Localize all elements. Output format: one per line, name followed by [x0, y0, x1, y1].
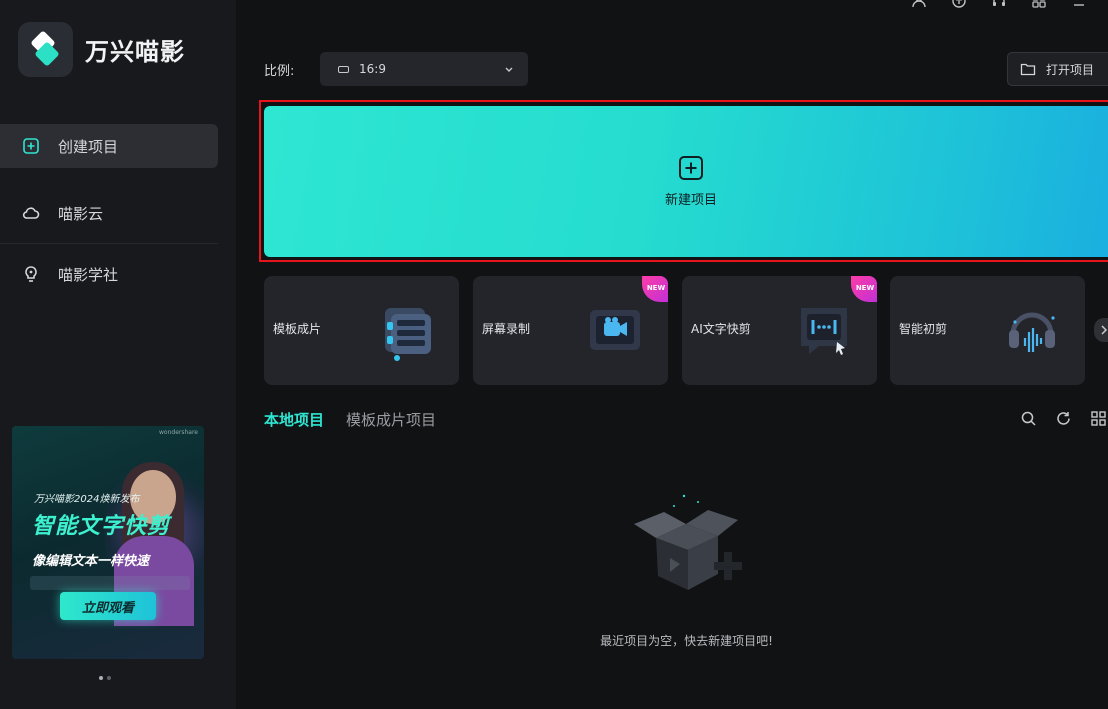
banner-brand-tag: wondershare [159, 429, 198, 436]
template-icon [385, 308, 431, 361]
search-icon[interactable] [1020, 410, 1037, 427]
feature-card-smart-cut[interactable]: 智能初剪 [890, 276, 1085, 385]
sidebar-item-label: 创建项目 [58, 137, 119, 156]
feature-card-screen-record[interactable]: 屏幕录制 NEW [473, 276, 668, 385]
banner-headline: 智能文字快剪 [32, 514, 171, 539]
grid-apps-icon[interactable] [1030, 0, 1048, 8]
tab-template-projects[interactable]: 模板成片项目 [346, 409, 436, 430]
banner-timeline-graphic [30, 576, 190, 590]
title-bar-icons [910, 0, 1088, 8]
carousel-dot[interactable] [99, 676, 103, 680]
refresh-icon[interactable] [1055, 410, 1072, 427]
cards-next-button[interactable] [1094, 318, 1108, 342]
new-badge: NEW [642, 276, 668, 302]
new-project-label: 新建项目 [664, 193, 717, 208]
tab-local-projects[interactable]: 本地项目 [264, 409, 324, 430]
banner-subline: 像编辑文本一样快速 [32, 554, 150, 569]
feature-card-label: AI文字快剪 [691, 322, 751, 336]
feature-card-ai-text-cut[interactable]: AI文字快剪 NEW [682, 276, 877, 385]
ai-text-cut-icon [801, 308, 847, 355]
app-logo-icon [18, 22, 73, 77]
headset-icon[interactable] [990, 0, 1008, 8]
user-icon[interactable] [910, 0, 928, 8]
sidebar: 万兴喵影 创建项目 喵影云 喵影学社 wondershare 万兴喵影2024焕… [0, 0, 236, 709]
carousel-dots[interactable] [99, 676, 111, 680]
cloud-upload-icon[interactable] [950, 0, 968, 8]
project-list-tools [1020, 410, 1107, 427]
new-project-button[interactable]: 新建项目 [264, 106, 1108, 257]
sidebar-item-cloud[interactable]: 喵影云 [0, 191, 218, 235]
empty-state-message: 最近项目为空，快去新建项目吧! [600, 634, 773, 648]
folder-icon [1020, 63, 1036, 76]
academy-icon [25, 266, 37, 282]
carousel-dot[interactable] [107, 676, 111, 680]
feature-card-template[interactable]: 模板成片 [264, 276, 459, 385]
aspect-ratio-value: 16:9 [359, 62, 386, 76]
open-project-label: 打开项目 [1046, 62, 1095, 77]
plus-square-icon [679, 156, 703, 180]
chevron-right-icon [1101, 325, 1108, 335]
aspect-ratio-dropdown[interactable]: 16:9 [320, 52, 528, 86]
grid-view-icon[interactable] [1090, 410, 1107, 427]
chevron-down-icon [505, 67, 513, 72]
feature-card-label: 模板成片 [273, 322, 322, 336]
nav-divider [0, 243, 218, 244]
app-logo: 万兴喵影 [18, 22, 185, 77]
sidebar-item-label: 喵影云 [58, 204, 104, 223]
create-project-icon [23, 138, 39, 154]
app-name: 万兴喵影 [85, 38, 185, 66]
banner-cta-button[interactable]: 立即观看 [60, 592, 156, 620]
banner-line1: 万兴喵影2024焕新发布 [34, 494, 140, 505]
aspect-ratio-icon [338, 65, 349, 73]
screen-record-icon [590, 310, 640, 350]
feature-card-label: 屏幕录制 [482, 322, 531, 336]
promo-banner[interactable]: wondershare 万兴喵影2024焕新发布 智能文字快剪 像编辑文本一样快… [12, 426, 204, 659]
sidebar-item-academy[interactable]: 喵影学社 [0, 252, 218, 296]
sidebar-item-create-project[interactable]: 创建项目 [0, 124, 218, 168]
new-badge: NEW [851, 276, 877, 302]
minimize-icon[interactable] [1070, 0, 1088, 8]
ratio-label: 比例: [264, 64, 295, 79]
empty-box-icon [634, 494, 742, 590]
open-project-button[interactable]: 打开项目 [1007, 52, 1108, 86]
smart-cut-icon [1009, 312, 1055, 352]
sidebar-item-label: 喵影学社 [58, 265, 119, 284]
cloud-icon [22, 207, 40, 219]
feature-card-label: 智能初剪 [899, 322, 948, 336]
